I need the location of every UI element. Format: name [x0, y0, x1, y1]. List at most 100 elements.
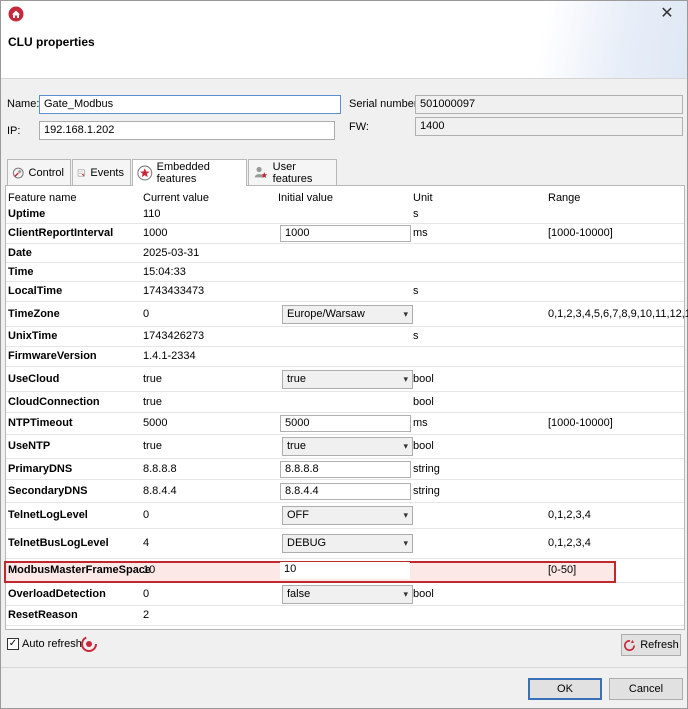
- serial-number-label: Serial number:: [349, 98, 421, 110]
- table-row: OverloadDetection 0 bool false ▾: [6, 583, 684, 606]
- select-value: DEBUG: [287, 537, 327, 549]
- refresh-button[interactable]: Refresh: [621, 634, 681, 656]
- initial-value-input[interactable]: 8.8.8.8: [280, 461, 411, 478]
- tab-label: Control: [28, 166, 64, 179]
- ok-button[interactable]: OK: [528, 678, 602, 700]
- initial-value-input[interactable]: 8.8.4.4: [280, 483, 411, 500]
- unit-cell: ms: [413, 227, 428, 239]
- initial-value-input[interactable]: 10: [280, 562, 410, 579]
- current-value-cell: 1.4.1-2334: [143, 350, 196, 362]
- initial-value-select[interactable]: OFF ▾: [282, 506, 413, 525]
- initial-value-select[interactable]: Europe/Warsaw ▾: [282, 305, 413, 324]
- initial-value-input[interactable]: 1000: [280, 225, 411, 242]
- features-table: Feature name Current value Initial value…: [4, 185, 688, 630]
- header-unit: Unit: [413, 192, 433, 204]
- refresh-icon: [624, 639, 636, 651]
- unit-cell: bool: [413, 588, 434, 600]
- feature-name-cell: TelnetLogLevel: [8, 509, 88, 521]
- refresh-spinner-icon: [81, 636, 97, 652]
- chevron-down-icon: ▾: [403, 441, 408, 451]
- feature-name-cell: Date: [8, 247, 32, 259]
- header-initial-value: Initial value: [278, 192, 334, 204]
- star-icon: [137, 165, 153, 181]
- table-row: LocalTime 1743433473 s: [6, 282, 684, 302]
- current-value-cell: 110: [143, 208, 161, 220]
- tab-control[interactable]: Control: [7, 159, 71, 185]
- feature-name-cell: PrimaryDNS: [8, 463, 73, 475]
- initial-value-select[interactable]: false ▾: [282, 585, 413, 604]
- plug-icon: [12, 167, 24, 178]
- feature-name-cell: ClientReportInterval: [8, 227, 114, 239]
- close-icon[interactable]: ✕: [657, 4, 677, 24]
- current-value-cell: 15:04:33: [143, 266, 186, 278]
- range-cell: [1000-10000]: [548, 227, 613, 239]
- feature-name-cell: CloudConnection: [8, 396, 100, 408]
- tab-events[interactable]: Events: [72, 159, 131, 185]
- serial-number-field: 501000097: [415, 95, 683, 114]
- initial-value-select[interactable]: true ▾: [282, 437, 413, 456]
- dialog-title: CLU properties: [8, 35, 95, 49]
- select-value: Europe/Warsaw: [287, 308, 365, 320]
- table-row: Date 2025-03-31: [6, 244, 684, 263]
- ip-label: IP:: [7, 125, 21, 137]
- name-input[interactable]: Gate_Modbus: [39, 95, 341, 114]
- table-row: UseCloud true bool true ▾: [6, 367, 684, 392]
- feature-name-cell: Uptime: [8, 208, 46, 220]
- table-row: TelnetBusLogLevel 4 0,1,2,3,4 DEBUG ▾: [6, 529, 684, 559]
- select-value: true: [287, 373, 306, 385]
- table-row: NTPTimeout 5000 ms [1000-10000] 5000: [6, 413, 684, 435]
- feature-name-cell: TelnetBusLogLevel: [8, 537, 109, 549]
- table-row: UnixTime 1743426273 s: [6, 327, 684, 347]
- feature-name-cell: TimeZone: [8, 308, 60, 320]
- current-value-cell: true: [143, 373, 162, 385]
- name-label: Name:: [7, 98, 40, 110]
- current-value-cell: 0: [143, 588, 150, 600]
- chevron-down-icon: ▾: [403, 374, 408, 384]
- tab-label: Embedded features: [156, 161, 210, 185]
- initial-value-input[interactable]: 5000: [280, 415, 411, 432]
- current-value-cell: 4: [143, 537, 150, 549]
- feature-name-cell: FirmwareVersion: [8, 350, 97, 362]
- home-icon: [8, 6, 24, 22]
- tab-label: Events: [90, 166, 124, 179]
- cancel-button[interactable]: Cancel: [609, 678, 683, 700]
- feature-name-cell: UnixTime: [8, 330, 58, 342]
- ip-input[interactable]: 192.168.1.202: [39, 121, 335, 140]
- chevron-down-icon: ▾: [403, 538, 408, 548]
- unit-cell: string: [413, 485, 440, 497]
- table-row: FirmwareVersion 1.4.1-2334: [6, 347, 684, 367]
- events-icon: [77, 169, 85, 177]
- unit-cell: s: [413, 285, 419, 297]
- unit-cell: s: [413, 208, 419, 220]
- current-value-cell: 0: [143, 308, 150, 320]
- current-value-cell: 10: [143, 564, 156, 576]
- feature-name-cell: SecondaryDNS: [8, 485, 88, 497]
- range-cell: [0-50]: [548, 564, 577, 576]
- auto-refresh-label: Auto refresh: [22, 638, 82, 650]
- current-value-cell: 2: [143, 609, 150, 621]
- unit-cell: bool: [413, 440, 434, 452]
- table-row: ClientReportInterval 1000 ms [1000-10000] 10…: [6, 224, 684, 244]
- initial-value-select[interactable]: true ▾: [282, 370, 413, 389]
- range-cell: [1000-10000]: [548, 417, 613, 429]
- table-row: ModbusMasterFrameSpace 10 [0-50] 10: [4, 559, 684, 583]
- table-row: CloudConnection true bool: [6, 392, 684, 413]
- tab-embedded-features[interactable]: Embedded features: [132, 159, 247, 186]
- current-value-cell: 2025-03-31: [143, 247, 200, 259]
- initial-value-select[interactable]: DEBUG ▾: [282, 534, 413, 553]
- tab-label: User features: [272, 160, 313, 185]
- select-value: false: [287, 588, 311, 600]
- feature-name-cell: Time: [8, 266, 34, 278]
- tab-user-features[interactable]: User features: [248, 159, 337, 185]
- current-value-cell: true: [143, 396, 162, 408]
- table-row: TimeZone 0 0,1,2,3,4,5,6,7,8,9,10,11,12,13…: [6, 302, 688, 327]
- chevron-down-icon: ▾: [403, 510, 408, 520]
- fw-label: FW:: [349, 121, 369, 133]
- auto-refresh-checkbox[interactable]: ✓: [7, 638, 19, 650]
- unit-cell: bool: [413, 373, 434, 385]
- unit-cell: string: [413, 463, 440, 475]
- current-value-cell: 1743426273: [143, 330, 205, 342]
- select-value: OFF: [287, 509, 309, 521]
- range-cell: 0,1,2,3,4,5,6,7,8,9,10,11,12,13,14,: [548, 308, 688, 320]
- refresh-label: Refresh: [640, 639, 679, 651]
